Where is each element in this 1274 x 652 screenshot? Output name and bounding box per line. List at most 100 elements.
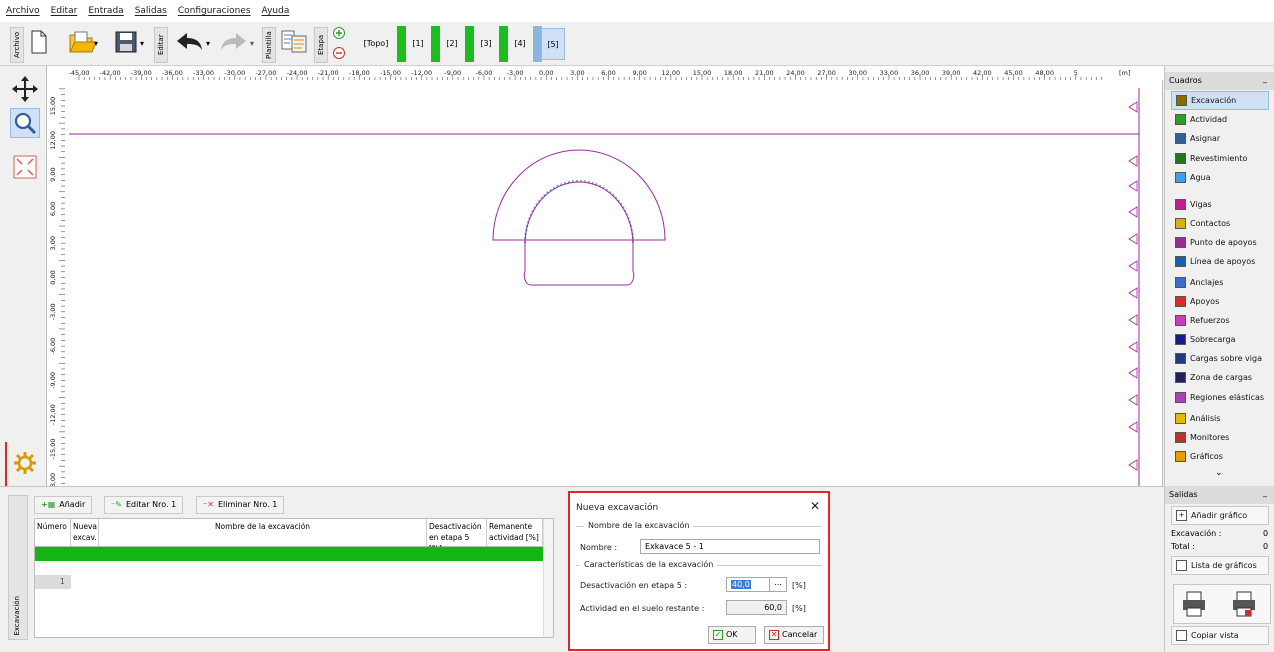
cuadros-item-contactos[interactable]: Contactos bbox=[1171, 214, 1269, 233]
cuadros-item-excavacion[interactable]: Excavación bbox=[1171, 91, 1269, 110]
support-symbol bbox=[1128, 101, 1140, 113]
cuadros-item-anclajes[interactable]: Anclajes bbox=[1171, 273, 1269, 292]
stage-3[interactable]: [3] bbox=[474, 28, 498, 60]
stage-2[interactable]: [2] bbox=[440, 28, 464, 60]
archivo-tab[interactable]: Archivo bbox=[10, 27, 24, 63]
cuadros-item-vigas[interactable]: Vigas bbox=[1171, 195, 1269, 214]
cargas-sobre-viga-icon bbox=[1175, 353, 1186, 364]
cuadros-item-revestimiento[interactable]: Revestimiento bbox=[1171, 149, 1269, 168]
template-icon[interactable] bbox=[280, 28, 308, 59]
table-scrollbar[interactable] bbox=[543, 519, 553, 637]
pan-icon[interactable] bbox=[10, 74, 40, 104]
cuadros-item-label: Sobrecarga bbox=[1190, 335, 1236, 344]
desactivacion-picker-button[interactable]: ⋯ bbox=[769, 577, 787, 592]
regiones-elasticas-icon bbox=[1175, 392, 1186, 403]
col-numero: Número bbox=[35, 519, 71, 547]
copy-view-button[interactable]: Copiar vista bbox=[1171, 626, 1269, 645]
add-graph-button[interactable]: + Añadir gráfico bbox=[1171, 506, 1269, 525]
cuadros-item-label: Gráficos bbox=[1190, 452, 1223, 461]
open-file-icon[interactable]: ▾ bbox=[68, 30, 100, 57]
support-symbol bbox=[1128, 260, 1140, 272]
cuadros-item-graficos[interactable]: Gráficos bbox=[1171, 447, 1269, 466]
menu-configuraciones[interactable]: Configuraciones bbox=[178, 6, 251, 16]
stage-bar-2 bbox=[431, 26, 440, 62]
stage-bar-4 bbox=[499, 26, 508, 62]
undo-icon[interactable]: ▾ bbox=[174, 30, 214, 57]
cuadros-item-asignar[interactable]: Asignar bbox=[1171, 129, 1269, 148]
cuadros-item-agua[interactable]: Agua bbox=[1171, 168, 1269, 187]
menu-archivo[interactable]: Archivo bbox=[6, 6, 40, 16]
support-symbol bbox=[1128, 459, 1140, 471]
support-symbol bbox=[1128, 314, 1140, 326]
zoom-icon[interactable] bbox=[10, 108, 40, 138]
settings-gear-icon[interactable] bbox=[10, 448, 40, 478]
row-nombre: Exkavace 5 - 1 bbox=[101, 577, 160, 586]
cuadros-header[interactable]: Cuadros bbox=[1165, 70, 1274, 90]
check-icon: ✓ bbox=[713, 630, 723, 640]
name-section-title: Nombre de la excavación bbox=[584, 521, 694, 530]
excavacion-count-value: 0 bbox=[1263, 529, 1269, 538]
stage-4[interactable]: [4] bbox=[508, 28, 532, 60]
add-button[interactable]: +▦ Añadir bbox=[34, 496, 93, 514]
editar-tab[interactable]: Editar bbox=[154, 27, 168, 63]
menu-ayuda[interactable]: Ayuda bbox=[262, 6, 290, 16]
more-items-chevron-icon[interactable]: ⌄ bbox=[1215, 468, 1223, 478]
cancel-button[interactable]: ✕ Cancelar bbox=[764, 626, 824, 644]
cuadros-item-punto-de-apoyos[interactable]: Punto de apoyos bbox=[1171, 233, 1269, 252]
menu-salidas[interactable]: Salidas bbox=[135, 6, 167, 16]
cuadros-item-cargas-sobre-viga[interactable]: Cargas sobre viga bbox=[1171, 349, 1269, 368]
delete-button[interactable]: ⁻✕ Eliminar Nro. 1 bbox=[196, 496, 285, 514]
etapa-tab[interactable]: Etapa bbox=[314, 27, 328, 63]
menu-editar[interactable]: Editar bbox=[51, 6, 78, 16]
table-row[interactable]: 1 Sí Exkavace 5 - 1 40,0 60,0 bbox=[35, 547, 543, 589]
remove-stage-icon[interactable] bbox=[332, 46, 346, 63]
x-ruler: -45,00 -42,00 -39,00 -36,00 -33,00 -30,00 -27,… bbox=[47, 66, 1164, 80]
cuadros-item-zona-de-cargas[interactable]: Zona de cargas bbox=[1171, 368, 1269, 387]
cuadros-item-apoyos[interactable]: Apoyos bbox=[1171, 292, 1269, 311]
actividad-value: 60,0 bbox=[726, 600, 787, 615]
save-icon[interactable]: ▾ bbox=[114, 30, 148, 57]
cuadros-item-label: Refuerzos bbox=[1190, 316, 1230, 325]
new-excavation-dialog: Nueva excavación ✕ Nombre de la excavaci… bbox=[568, 491, 830, 651]
cuadros-item-regiones-elasticas[interactable]: Regiones elásticas bbox=[1171, 388, 1269, 407]
y-tick-label: 0,00 bbox=[49, 270, 57, 284]
stage-1[interactable]: [1] bbox=[406, 28, 430, 60]
new-file-icon[interactable] bbox=[30, 30, 48, 57]
fit-view-icon[interactable] bbox=[10, 152, 40, 182]
row-number: 1 bbox=[35, 575, 71, 589]
salidas-header[interactable]: Salidas bbox=[1165, 484, 1274, 504]
y-tick-label: 3,00 bbox=[49, 236, 57, 250]
cuadros-item-actividad[interactable]: Actividad bbox=[1171, 110, 1269, 129]
asignar-icon bbox=[1175, 133, 1186, 144]
redo-icon[interactable]: ▾ bbox=[218, 30, 258, 57]
cuadros-item-sobrecarga[interactable]: Sobrecarga bbox=[1171, 330, 1269, 349]
name-input[interactable]: Exkavace 5 - 1 bbox=[640, 539, 820, 554]
support-symbol bbox=[1128, 341, 1140, 353]
cuadros-item-linea-de-apoyos[interactable]: Línea de apoyos bbox=[1171, 252, 1269, 271]
stage-topo[interactable]: [Topo] bbox=[356, 28, 396, 60]
cuadros-item-monitores[interactable]: Monitores bbox=[1171, 428, 1269, 447]
menu-bar: Archivo Editar Entrada Salidas Configura… bbox=[0, 0, 1274, 22]
y-tick-label: 15,00 bbox=[49, 97, 57, 116]
edit-button[interactable]: ⁻✎ Editar Nro. 1 bbox=[104, 496, 184, 514]
plantilla-tab[interactable]: Plantilla bbox=[262, 27, 276, 63]
print-preview-icon[interactable] bbox=[1231, 590, 1257, 621]
delete-label: Eliminar Nro. 1 bbox=[217, 500, 278, 509]
desactivacion-input[interactable]: 40,0 bbox=[726, 577, 770, 592]
cuadros-item-analisis[interactable]: Análisis bbox=[1171, 409, 1269, 428]
add-stage-icon[interactable] bbox=[332, 26, 346, 43]
stage-bar-3 bbox=[465, 26, 474, 62]
analisis-icon bbox=[1175, 413, 1186, 424]
y-tick-label: -12,00 bbox=[49, 404, 57, 425]
print-icon[interactable] bbox=[1181, 590, 1207, 621]
cuadros-item-refuerzos[interactable]: Refuerzos bbox=[1171, 311, 1269, 330]
menu-entrada[interactable]: Entrada bbox=[88, 6, 123, 16]
ok-button[interactable]: ✓ OK bbox=[708, 626, 756, 644]
col-remanente: Remanente actividad [%] bbox=[487, 519, 543, 547]
drawing-canvas[interactable]: -45,00 -42,00 -39,00 -36,00 -33,00 -30,00 -27,… bbox=[46, 66, 1164, 486]
excavacion-side-tab[interactable]: Excavación bbox=[8, 495, 28, 640]
monitores-icon bbox=[1175, 432, 1186, 443]
close-icon[interactable]: ✕ bbox=[810, 499, 820, 513]
stage-5[interactable]: [5] bbox=[541, 28, 565, 60]
list-graphs-button[interactable]: Lista de gráficos bbox=[1171, 556, 1269, 575]
